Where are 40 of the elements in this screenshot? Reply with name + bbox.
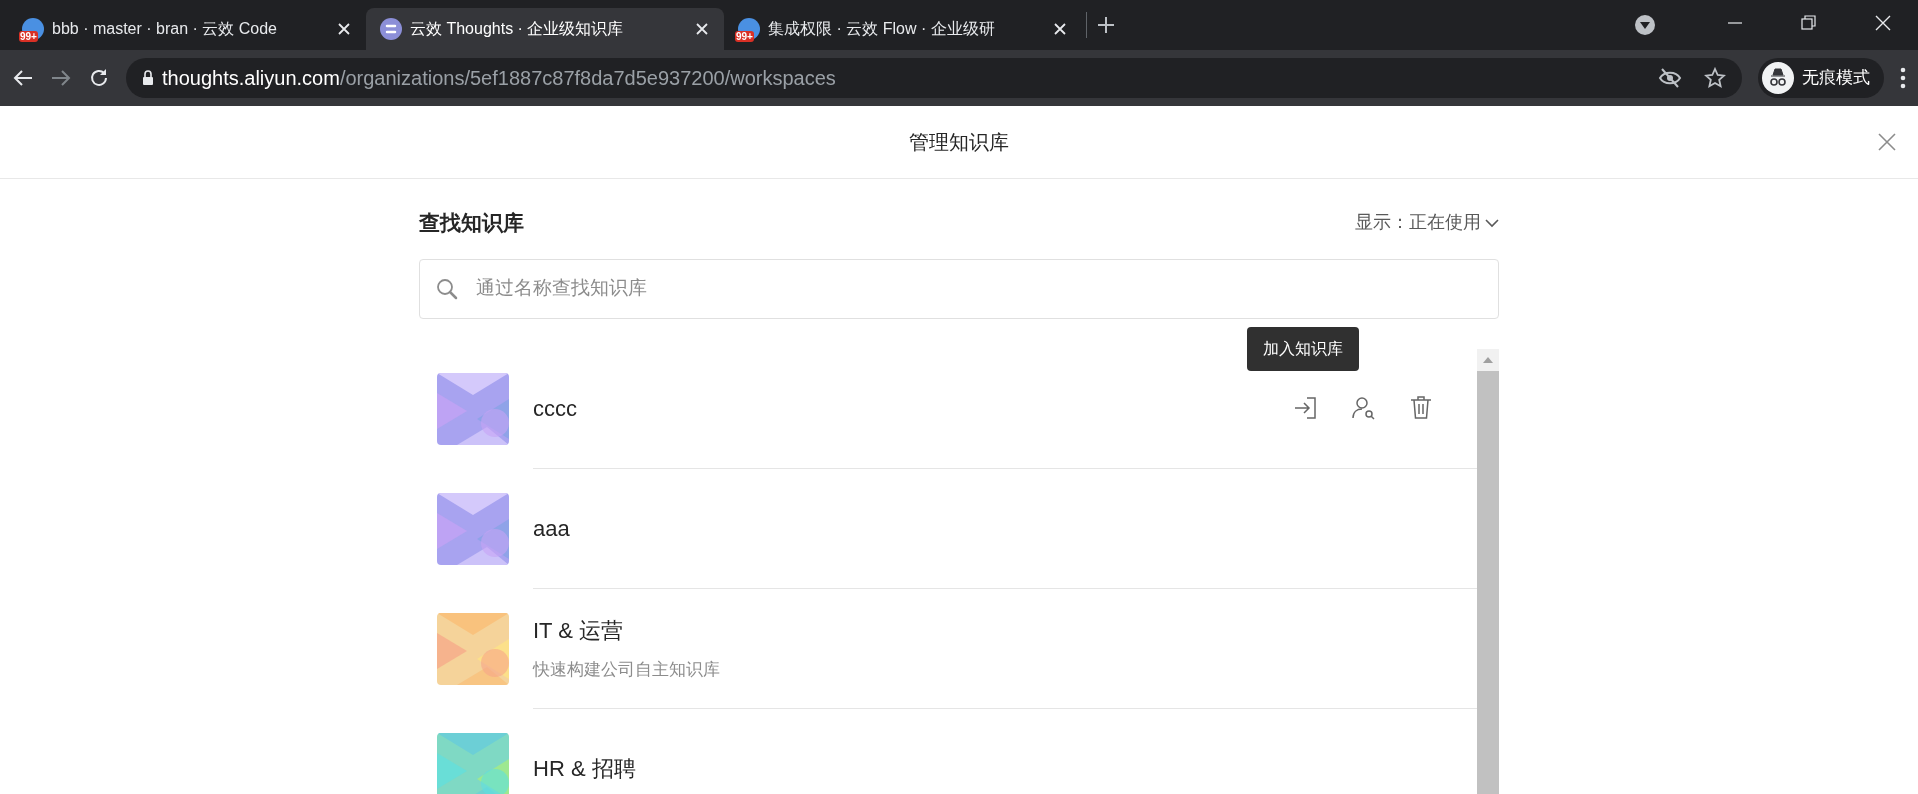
workspace-name[interactable]: HR & 招聘 xyxy=(533,751,636,785)
dropdown-icon[interactable] xyxy=(1634,14,1656,36)
user-search-icon[interactable] xyxy=(1351,395,1375,421)
workspace-name[interactable]: aaa xyxy=(533,511,570,545)
profile-button[interactable]: 无痕模式 xyxy=(1758,58,1884,98)
logo-icon xyxy=(380,18,402,40)
address-bar[interactable]: thoughts.aliyun.com/organizations/5ef1887c87f8da7d5e937200/workspaces xyxy=(126,58,1742,98)
notification-badge: 99+ xyxy=(735,31,754,42)
incognito-icon xyxy=(1762,62,1794,94)
join-icon[interactable] xyxy=(1293,395,1317,421)
section-heading: 查找知识库 xyxy=(419,210,524,236)
workspace-description: 快速构建公司自主知识库 xyxy=(533,658,720,681)
new-tab-icon[interactable] xyxy=(1097,16,1115,34)
browser-tab[interactable]: 云效 Thoughts · 企业级知识库 xyxy=(366,8,724,50)
scrollbar[interactable] xyxy=(1477,348,1499,794)
star-icon[interactable] xyxy=(1704,67,1726,89)
restore-icon[interactable] xyxy=(1800,14,1818,32)
search-box[interactable]: 通过名称查找知识库 xyxy=(419,258,1499,319)
reload-icon[interactable] xyxy=(88,67,110,89)
workspace-name[interactable]: IT & 运营 xyxy=(533,613,624,647)
more-icon[interactable] xyxy=(1900,67,1906,89)
close-button[interactable] xyxy=(336,23,352,35)
workspace-name[interactable]: cccc xyxy=(533,391,577,425)
notification-badge: 99+ xyxy=(19,31,38,42)
filter-dropdown[interactable]: 显示：正在使用 xyxy=(1355,209,1499,237)
search-icon xyxy=(436,277,458,300)
trash-icon[interactable] xyxy=(1409,395,1433,421)
chevron-down-icon xyxy=(1485,217,1499,228)
dialog-title: 管理知识库 xyxy=(909,130,1009,155)
url-text: thoughts.aliyun.com/organizations/5ef1887c87f8da7d5e937200/workspaces xyxy=(162,66,837,91)
tab-title: 集成权限 · 云效 Flow · 企业级研 xyxy=(768,19,996,39)
close-button[interactable] xyxy=(694,23,710,35)
browser-tab[interactable]: 99+ bbb · master · bran · 云效 Code xyxy=(8,8,366,50)
browser-tab[interactable]: 99+ 集成权限 · 云效 Flow · 企业级研 xyxy=(724,8,1082,50)
tab-title: bbb · master · bran · 云效 Code xyxy=(52,19,278,39)
tab-title: 云效 Thoughts · 企业级知识库 xyxy=(410,19,625,39)
tooltip: 加入知识库 xyxy=(1247,326,1359,371)
close-button[interactable] xyxy=(1052,23,1068,35)
eye-off-icon[interactable] xyxy=(1658,67,1682,89)
lock-icon xyxy=(142,70,154,86)
